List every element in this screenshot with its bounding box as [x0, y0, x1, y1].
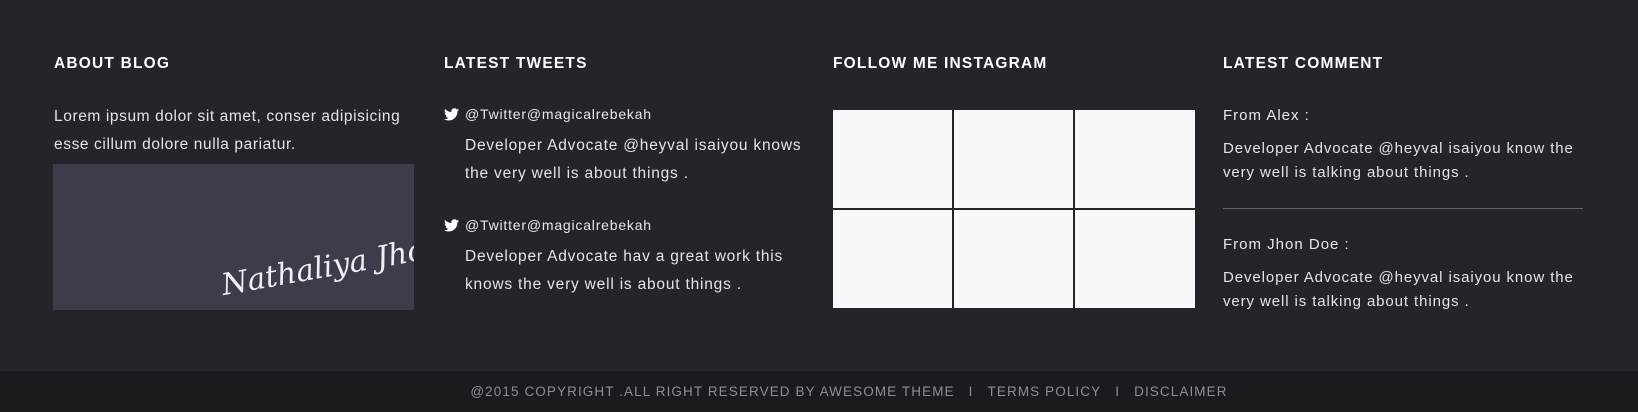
- instagram-photo[interactable]: [1075, 210, 1195, 308]
- twitter-icon: [444, 219, 459, 232]
- comment-divider: [1223, 208, 1583, 209]
- tweet-text: Developer Advocate @heyval isaiyou knows…: [465, 137, 802, 182]
- copyright-text: @2015 COPYRIGHT .ALL RIGHT RESERVED BY A…: [470, 384, 955, 399]
- latest-tweets-title: LATEST TWEETS: [444, 55, 588, 72]
- tweet-handle-link[interactable]: @Twitter@magicalrebekah: [465, 106, 652, 122]
- instagram-photo[interactable]: [833, 210, 952, 308]
- terms-policy-link[interactable]: TERMS POLICY: [988, 384, 1102, 399]
- footer-widgets: ABOUT BLOG Lorem ipsum dolor sit amet, c…: [0, 0, 1638, 371]
- twitter-icon: [444, 108, 459, 121]
- latest-comment-title: LATEST COMMENT: [1223, 55, 1384, 72]
- tweet-text: Developer Advocate hav a great work this…: [465, 248, 784, 293]
- about-blog-title: ABOUT BLOG: [54, 55, 171, 72]
- instagram-photo[interactable]: [954, 110, 1073, 208]
- instagram-title: FOLLOW ME INSTAGRAM: [833, 55, 1048, 72]
- copyright-bar: @2015 COPYRIGHT .ALL RIGHT RESERVED BY A…: [0, 371, 1638, 412]
- separator: I: [1115, 384, 1121, 399]
- disclaimer-link[interactable]: DISCLAIMER: [1134, 384, 1228, 399]
- signature-image: Nathaliya Jhone: [53, 164, 414, 310]
- signature-text: Nathaliya Jhone: [218, 226, 414, 303]
- comment-text: Developer Advocate @heyval isaiyou know …: [1223, 140, 1574, 181]
- tweet-item: @Twitter@magicalrebekah Developer Advoca…: [444, 106, 814, 182]
- instagram-photo-grid: [833, 110, 1195, 310]
- separator: I: [968, 384, 974, 399]
- tweet-item: @Twitter@magicalrebekah Developer Advoca…: [444, 217, 814, 293]
- instagram-photo[interactable]: [954, 210, 1073, 308]
- comment-author: From Alex :: [1223, 107, 1310, 124]
- signature-graphic: Nathaliya Jhone: [218, 226, 414, 303]
- tweet-handle-link[interactable]: @Twitter@magicalrebekah: [465, 217, 652, 233]
- instagram-photo[interactable]: [833, 110, 952, 208]
- about-blog-text: Lorem ipsum dolor sit amet, conser adipi…: [54, 108, 401, 153]
- comment-text: Developer Advocate @heyval isaiyou know …: [1223, 269, 1574, 310]
- instagram-photo[interactable]: [1075, 110, 1195, 208]
- comment-author: From Jhon Doe :: [1223, 236, 1350, 253]
